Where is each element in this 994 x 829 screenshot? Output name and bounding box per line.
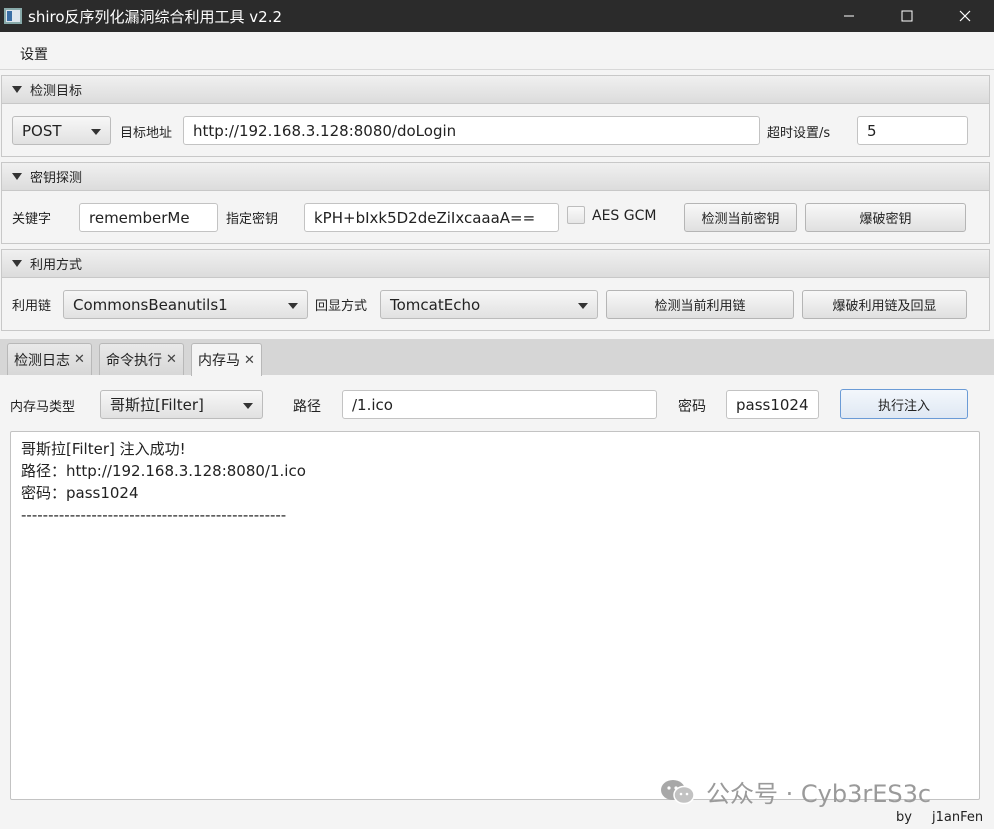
close-icon[interactable]: ✕ bbox=[166, 352, 177, 367]
menu-settings[interactable]: 设置 bbox=[20, 44, 48, 64]
watermark: 公众号 · Cyb3rES3c bbox=[660, 774, 931, 809]
exploit-section: 利用方式 利用链 CommonsBeanutils1 回显方式 TomcatEc… bbox=[1, 249, 990, 331]
tab-detect-log[interactable]: 检测日志 ✕ bbox=[7, 343, 92, 375]
chain-select[interactable]: CommonsBeanutils1 bbox=[63, 290, 308, 319]
key-section-header[interactable]: 密钥探测 bbox=[2, 163, 989, 191]
wechat-icon bbox=[661, 779, 695, 804]
title-bar: shiro反序列化漏洞综合利用工具 v2.2 bbox=[0, 0, 994, 32]
maximize-button[interactable] bbox=[878, 0, 936, 32]
chevron-down-icon bbox=[578, 303, 588, 309]
memshell-type-label: 内存马类型 bbox=[10, 400, 76, 415]
key-input[interactable]: kPH+bIxk5D2deZiIxcaaaA== bbox=[304, 203, 559, 232]
footer-author: j1anFen bbox=[932, 810, 984, 825]
method-select[interactable]: POST bbox=[12, 116, 111, 145]
key-section: 密钥探测 关键字 rememberMe 指定密钥 kPH+bIxk5D2deZi… bbox=[1, 162, 990, 244]
exploit-section-title: 利用方式 bbox=[30, 258, 83, 273]
timeout-input[interactable]: 5 bbox=[857, 116, 968, 145]
output-line: 路径：http://192.168.3.128:8080/1.ico bbox=[21, 462, 306, 480]
password-input[interactable]: pass1024 bbox=[726, 390, 819, 419]
url-label: 目标地址 bbox=[120, 126, 173, 141]
keyword-label: 关键字 bbox=[12, 212, 52, 227]
target-section-header[interactable]: 检测目标 bbox=[2, 76, 989, 104]
chain-label: 利用链 bbox=[12, 299, 52, 314]
close-icon[interactable]: ✕ bbox=[74, 352, 85, 367]
chain-value: CommonsBeanutils1 bbox=[73, 295, 228, 314]
target-section-title: 检测目标 bbox=[30, 84, 83, 99]
check-chain-button[interactable]: 检测当前利用链 bbox=[606, 290, 794, 319]
output-textarea[interactable]: 哥斯拉[Filter] 注入成功! 路径：http://192.168.3.12… bbox=[10, 431, 980, 800]
minimize-button[interactable] bbox=[820, 0, 878, 32]
output-line: 哥斯拉[Filter] 注入成功! bbox=[21, 440, 186, 458]
aes-gcm-label: AES GCM bbox=[592, 208, 657, 224]
method-value: POST bbox=[22, 121, 62, 140]
close-icon[interactable]: ✕ bbox=[244, 353, 255, 368]
collapse-triangle-icon bbox=[12, 260, 22, 267]
aes-gcm-checkbox[interactable] bbox=[567, 206, 585, 224]
chevron-down-icon bbox=[243, 403, 253, 409]
target-section: 检测目标 POST 目标地址 http://192.168.3.128:8080… bbox=[1, 75, 990, 157]
watermark-text: 公众号 · Cyb3rES3c bbox=[706, 780, 932, 808]
collapse-triangle-icon bbox=[12, 86, 22, 93]
key-label: 指定密钥 bbox=[226, 212, 279, 227]
tab-memshell[interactable]: 内存马 ✕ bbox=[191, 343, 262, 376]
echo-select[interactable]: TomcatEcho bbox=[380, 290, 598, 319]
footer-by: by bbox=[896, 810, 912, 825]
output-line: ----------------------------------------… bbox=[21, 506, 287, 524]
key-section-title: 密钥探测 bbox=[30, 171, 83, 186]
app-icon bbox=[4, 8, 22, 24]
tab-label: 内存马 bbox=[198, 353, 240, 369]
chevron-down-icon bbox=[288, 303, 298, 309]
close-button[interactable] bbox=[936, 0, 994, 32]
menu-bar: 设置 bbox=[0, 32, 994, 70]
brute-key-button[interactable]: 爆破密钥 bbox=[805, 203, 966, 232]
keyword-input[interactable]: rememberMe bbox=[79, 203, 218, 232]
path-input[interactable]: /1.ico bbox=[342, 390, 657, 419]
memshell-type-value: 哥斯拉[Filter] bbox=[110, 396, 204, 414]
timeout-label: 超时设置/s bbox=[767, 126, 831, 141]
inject-button[interactable]: 执行注入 bbox=[840, 389, 968, 419]
window-controls bbox=[820, 0, 994, 32]
brute-chain-button[interactable]: 爆破利用链及回显 bbox=[802, 290, 967, 319]
tab-label: 检测日志 bbox=[14, 352, 70, 369]
close-icon bbox=[959, 10, 971, 22]
window-title: shiro反序列化漏洞综合利用工具 v2.2 bbox=[28, 7, 283, 26]
echo-value: TomcatEcho bbox=[390, 295, 481, 314]
check-key-button[interactable]: 检测当前密钥 bbox=[684, 203, 797, 232]
echo-label: 回显方式 bbox=[315, 299, 368, 314]
minimize-icon bbox=[844, 15, 854, 17]
exploit-section-header[interactable]: 利用方式 bbox=[2, 250, 989, 278]
collapse-triangle-icon bbox=[12, 173, 22, 180]
url-input[interactable]: http://192.168.3.128:8080/doLogin bbox=[183, 116, 760, 145]
memshell-type-select[interactable]: 哥斯拉[Filter] bbox=[100, 390, 263, 419]
output-line: 密码：pass1024 bbox=[21, 484, 139, 502]
password-label: 密码 bbox=[678, 399, 706, 415]
path-label: 路径 bbox=[293, 399, 321, 415]
maximize-icon bbox=[901, 10, 913, 22]
tab-command-exec[interactable]: 命令执行 ✕ bbox=[99, 343, 184, 375]
tab-strip: 检测日志 ✕ 命令执行 ✕ 内存马 ✕ bbox=[0, 339, 994, 376]
tab-label: 命令执行 bbox=[106, 352, 162, 369]
chevron-down-icon bbox=[91, 129, 101, 135]
